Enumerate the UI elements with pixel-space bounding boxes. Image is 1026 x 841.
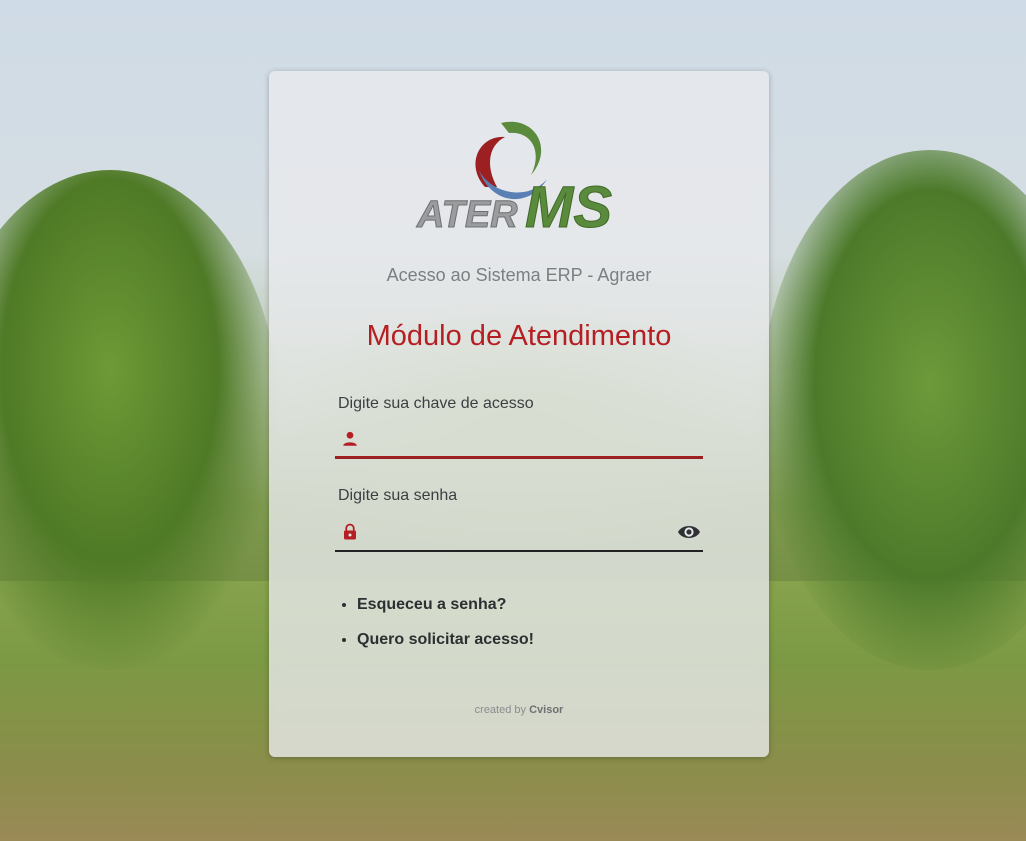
access-key-label: Digite sua chave de acesso [338,395,534,412]
logo-text-ms: MS [525,175,612,235]
list-item: Quero solicitar acesso! [357,631,534,649]
forgot-password-link[interactable]: Esqueceu a senha? [357,596,506,613]
password-field[interactable] [335,514,703,552]
list-item: Esqueceu a senha? [357,596,534,614]
module-title: Módulo de Atendimento [366,320,672,352]
password-label: Digite sua senha [338,487,458,504]
lock-icon [344,523,356,540]
help-links: Esqueceu a senha? Quero solicitar acesso… [335,596,534,666]
request-access-link[interactable]: Quero solicitar acesso! [357,631,534,648]
system-subtitle: Acesso ao Sistema ERP - Agraer [386,265,652,285]
credit-prefix: created by [474,704,527,716]
credit-brand: Cvisor [529,704,564,716]
access-key-field[interactable] [335,421,703,459]
credit-footer: created by Cvisor [269,704,769,716]
access-key-input[interactable] [369,425,663,455]
password-input[interactable] [369,518,663,548]
logo-text-ater: ATER [416,194,518,235]
login-card: ATER MS Acesso ao Sistema ERP - Agraer M… [269,71,769,757]
access-key-underline [335,456,703,459]
person-icon [343,431,357,446]
password-underline [335,550,703,552]
eye-icon[interactable] [677,522,701,542]
aterms-logo: ATER MS [416,121,613,235]
